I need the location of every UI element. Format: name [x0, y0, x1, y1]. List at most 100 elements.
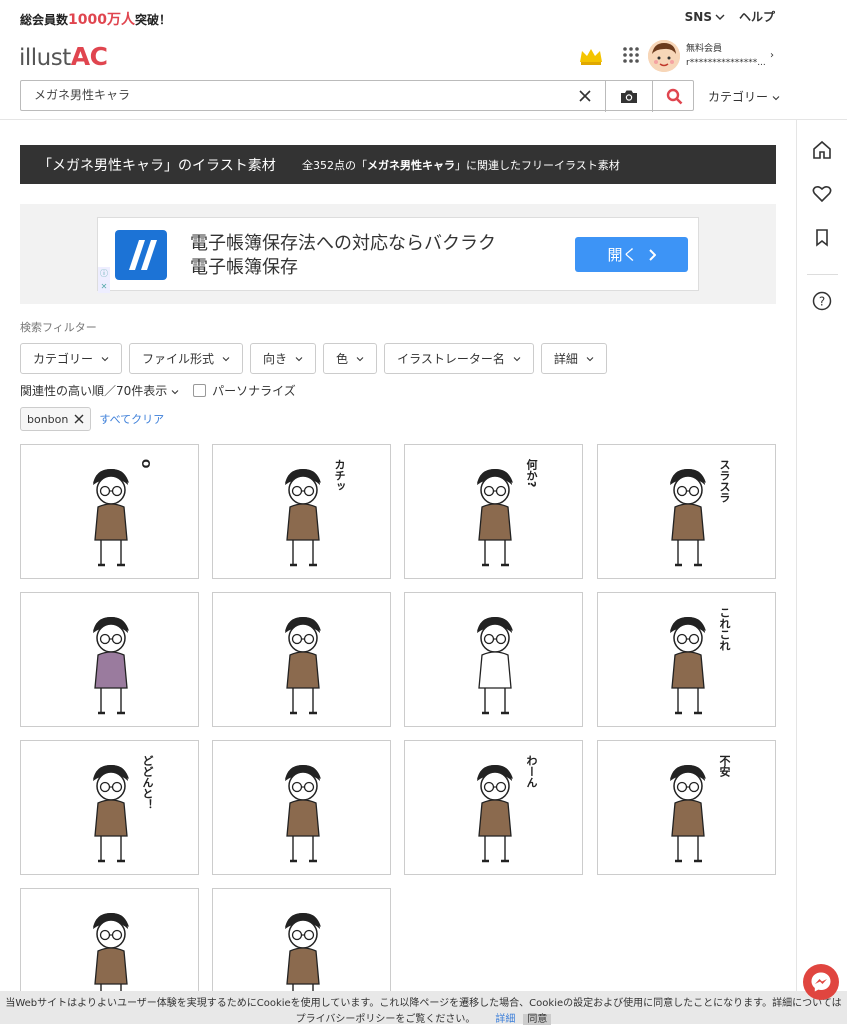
filter-category[interactable]: カテゴリー [20, 343, 123, 374]
personalize-toggle[interactable]: パーソナライズ [193, 382, 296, 399]
illustration-card[interactable]: 何か? [404, 444, 583, 579]
page-title: 「メガネ男性キャラ」のイラスト素材 [38, 158, 276, 174]
character-illustration [670, 469, 706, 567]
illustration-label: これこれ [718, 607, 731, 651]
cookie-details-link[interactable]: 詳細 [495, 1014, 515, 1025]
chevron-down-icon [356, 356, 364, 361]
filter-orientation[interactable]: 向き [250, 343, 317, 374]
user-avatar[interactable] [648, 40, 680, 72]
sidebar-divider [807, 274, 838, 275]
chevron-down-icon [222, 356, 230, 361]
filter-illustrator[interactable]: イラストレーター名 [384, 343, 534, 374]
search-icon [666, 88, 682, 105]
cookie-banner: 当Webサイトはよりよいユーザー体験を実現するためにCookieを使用しています… [0, 991, 847, 1025]
illustration-label: 何か? [525, 459, 538, 488]
illustration-card[interactable]: どどんと！ [20, 740, 199, 875]
character-illustration [93, 469, 129, 567]
active-tags: bonbon すべてクリア [20, 407, 164, 431]
illustration-label: わーん [525, 755, 538, 788]
camera-icon [621, 90, 637, 103]
filter-color[interactable]: 色 [323, 343, 378, 374]
cookie-agree-button[interactable]: 同意 [523, 1014, 552, 1025]
help-link[interactable]: ヘルプ [739, 8, 775, 25]
illustration-label: カチッ [333, 459, 346, 492]
ad-open-button[interactable]: 開く [575, 237, 688, 272]
ad-copy: 電子帳簿保存法への対応ならバクラク 電子帳簿保存 [190, 233, 496, 278]
illustration-label: 不安 [718, 755, 731, 777]
top-bar: 総会員数1000万人突破！ SNS ヘルプ [0, 0, 847, 34]
illustration-card[interactable]: わーん [404, 740, 583, 875]
bakuraku-logo [115, 230, 167, 280]
crown-icon[interactable] [578, 46, 604, 66]
illustration-card[interactable]: これこれ [597, 592, 776, 727]
character-illustration [285, 469, 321, 567]
character-illustration [93, 765, 129, 863]
apps-grid-icon[interactable] [623, 47, 639, 63]
character-illustration [477, 617, 513, 715]
chevron-right-icon [648, 248, 656, 261]
clear-all-link[interactable]: すべてクリア [99, 411, 164, 427]
messenger-icon [811, 972, 831, 992]
illustration-card[interactable] [212, 740, 391, 875]
search-button[interactable] [652, 81, 695, 112]
filter-details[interactable]: 詳細 [540, 343, 607, 374]
search-input[interactable] [34, 87, 554, 101]
category-dropdown[interactable]: カテゴリー [708, 88, 780, 105]
illustration-card[interactable] [20, 592, 199, 727]
filter-label: 検索フィルター [20, 321, 97, 334]
character-illustration [670, 617, 706, 715]
illustration-card[interactable] [404, 592, 583, 727]
filter-file-format[interactable]: ファイル形式 [129, 343, 244, 374]
chevron-down-icon [715, 14, 725, 20]
illustration-card[interactable]: カチッ [212, 444, 391, 579]
close-icon[interactable]: ✕ [98, 280, 110, 293]
illustration-card[interactable] [212, 592, 391, 727]
help-circle-icon[interactable]: ? [811, 290, 833, 312]
personalize-checkbox[interactable] [193, 384, 207, 397]
ad-choices[interactable]: ⓘ ✕ [98, 267, 110, 293]
chevron-down-icon [586, 356, 594, 361]
tag-chip[interactable]: bonbon [20, 407, 92, 431]
close-icon[interactable] [74, 414, 84, 424]
results-title-bar: 「メガネ男性キャラ」のイラスト素材 全352点の「メガネ男性キャラ」に関連したフ… [20, 145, 776, 184]
home-icon[interactable] [811, 139, 833, 161]
sort-row: 関連性の高い順／70件表示 パーソナライズ [20, 382, 296, 399]
avatar-face-icon [648, 40, 680, 72]
ad-banner[interactable]: 電子帳簿保存法への対応ならバクラク 電子帳簿保存 開く [97, 217, 699, 291]
chevron-down-icon [101, 356, 109, 361]
results-summary: 全352点の「メガネ男性キャラ」に関連したフリーイラスト素材 [302, 159, 620, 172]
chevron-down-icon [171, 390, 179, 395]
member-info[interactable]: 無料会員 r***************...さん [686, 42, 766, 70]
search-box [20, 80, 695, 112]
character-illustration [670, 765, 706, 863]
member-count-promo: 総会員数1000万人突破！ [20, 12, 171, 28]
header-divider [0, 119, 847, 120]
illustration-label: どどんと！ [141, 755, 154, 810]
chevron-right-icon[interactable]: › [770, 50, 774, 61]
info-icon: ⓘ [100, 269, 108, 278]
site-logo[interactable]: illustAC [19, 42, 108, 71]
svg-text:?: ? [819, 295, 825, 309]
site-header: illustAC 無料会員 r***************...さん › [0, 34, 847, 78]
chevron-down-icon [772, 96, 780, 101]
illustration-card[interactable]: スラスラ [597, 444, 776, 579]
heart-icon[interactable] [811, 183, 833, 205]
right-sidebar: ? [796, 119, 847, 1024]
character-illustration [285, 617, 321, 715]
illustration-label: O [139, 459, 152, 469]
search-row: カテゴリー [20, 80, 780, 112]
image-search-button[interactable] [605, 81, 652, 112]
illustration-card[interactable]: 不安 [597, 740, 776, 875]
illustration-label: スラスラ [718, 459, 731, 503]
ad-container: 電子帳簿保存法への対応ならバクラク 電子帳簿保存 開く ⓘ ✕ [20, 204, 776, 304]
messenger-chat-button[interactable] [803, 964, 839, 1000]
clear-search-icon[interactable] [577, 88, 593, 104]
bookmark-icon[interactable] [811, 227, 833, 249]
sort-dropdown[interactable]: 関連性の高い順／70件表示 [20, 382, 179, 399]
character-illustration [93, 617, 129, 715]
character-illustration [285, 765, 321, 863]
illustration-card[interactable]: O [20, 444, 199, 579]
filter-bar: カテゴリー ファイル形式 向き 色 イラストレーター名 詳細 [20, 343, 607, 374]
sns-menu[interactable]: SNS [685, 8, 725, 25]
character-illustration [477, 469, 513, 567]
